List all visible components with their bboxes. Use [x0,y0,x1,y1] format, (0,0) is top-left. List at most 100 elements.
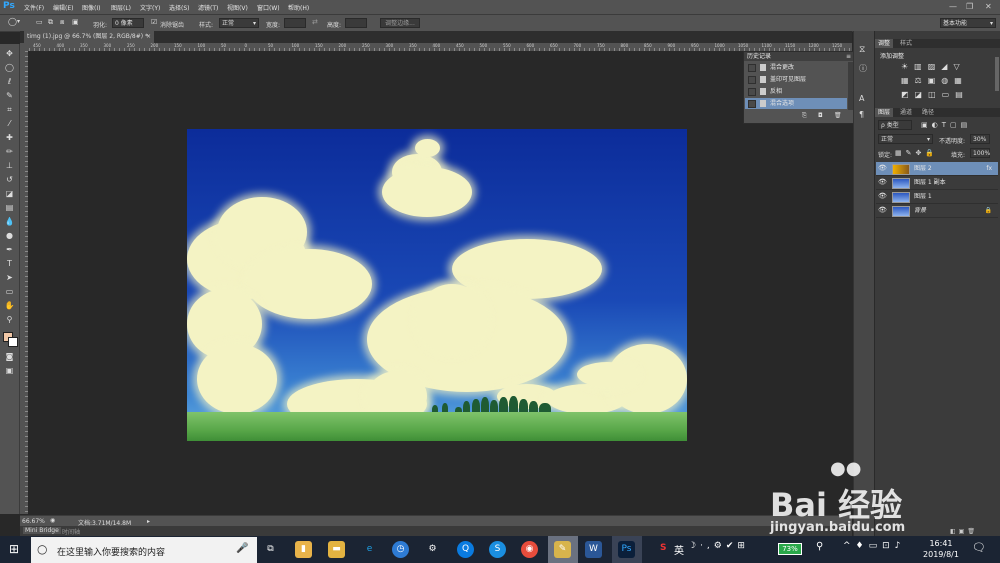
zoom-level[interactable]: 66.67% [22,518,45,525]
notification-icon[interactable]: 🗨 [972,541,986,554]
feather-input[interactable]: 0 像素 [112,18,144,28]
restore-icon[interactable]: ❐ [966,2,973,11]
eye-icon[interactable]: 👁 [878,176,887,189]
tab-paths[interactable]: 路径 [919,108,937,117]
microphone-icon[interactable]: 🎤 [236,543,248,554]
move-tool-icon[interactable]: ✥ [4,48,15,59]
layer-row[interactable]: 👁 图层 2 fx [876,162,998,176]
eyedropper-tool-icon[interactable]: ⁄ [4,118,15,129]
settings-gear-icon[interactable]: ⚙ [424,541,441,558]
adjustment-icons-row2[interactable]: ▦⚖▣◍▦ [901,76,968,85]
tab-mini-bridge[interactable]: Mini Bridge [23,527,61,534]
chrome-icon[interactable]: ◉ [521,541,538,558]
paragraph-icon[interactable]: ¶ [859,110,864,119]
snapshot-icon[interactable]: ◘ [818,112,823,119]
document-image[interactable] [187,129,687,441]
document-tab[interactable]: timg (1).jpg @ 66.7% (图层 2, RGB/8#) * × [24,31,154,43]
fill-input[interactable]: 100% [970,148,990,158]
height-input[interactable] [345,18,367,28]
menu-help[interactable]: 帮助(H) [288,3,309,12]
layer-filter-icons[interactable]: ▣◐T▢▤ [921,121,971,129]
panel-menu-icon[interactable]: ≡ [846,52,851,61]
adjustments-scrollbar[interactable] [995,57,999,91]
dodge-tool-icon[interactable]: ● [4,230,15,241]
character-icon[interactable]: A [859,94,864,103]
status-menu-arrow-icon[interactable]: ▸ [147,518,150,525]
menu-edit[interactable]: 编辑(E) [53,3,73,12]
close-icon[interactable]: ✕ [985,2,992,11]
new-document-from-state-icon[interactable]: ⎘ [802,112,807,120]
store-icon[interactable]: ▮ [295,541,312,558]
windows-start-icon[interactable]: ⊞ [9,542,19,556]
eye-icon[interactable]: 👁 [878,204,887,217]
history-brush-tool-icon[interactable]: ↺ [4,174,15,185]
info-icon[interactable]: ⓘ [859,63,867,74]
sync-app-icon[interactable]: S [489,541,506,558]
battery-icon[interactable]: 73% [778,543,802,555]
subtract-selection-icon[interactable]: ⧈ [60,18,64,27]
width-input[interactable] [284,18,306,28]
history-item-selected[interactable]: 混合选项 [745,98,847,109]
layer-kind-filter[interactable]: ρ 类型 [878,120,912,130]
chevron-down-icon[interactable]: ▾ [17,18,20,25]
eye-icon[interactable]: 👁 [878,162,887,175]
file-explorer-icon[interactable]: ▬ [328,541,345,558]
tab-styles[interactable]: 样式 [897,39,915,48]
eye-icon[interactable]: 👁 [878,190,887,203]
rectangle-tool-icon[interactable]: ▭ [4,286,15,297]
brush-tool-icon[interactable]: ✏ [4,146,15,157]
trash-icon[interactable]: 🗑 [834,112,842,119]
antialias-checkbox[interactable]: ☑ [151,18,157,26]
layer-row[interactable]: 👁 图层 1 [876,190,998,204]
refine-edge-button[interactable]: 调整边缘... [380,18,420,28]
type-tool-icon[interactable]: T [4,258,15,269]
adjustment-icons-row3[interactable]: ◩◪◫▭▤ [901,90,969,99]
menu-layer[interactable]: 图层(L) [111,3,131,12]
marquee-tool-icon[interactable]: ◯ [4,62,15,73]
layer-effects-icon[interactable]: fx [986,162,992,175]
menu-image[interactable]: 图像(I) [82,3,100,12]
minimize-icon[interactable]: — [949,2,957,11]
blur-tool-icon[interactable]: 💧 [4,216,15,227]
vertical-ruler[interactable] [20,51,28,514]
tab-layers[interactable]: 图层 [875,108,894,117]
menu-filter[interactable]: 滤镜(T) [198,3,218,12]
taskbar-search-box[interactable]: ○ 在这里输入你要搜索的内容 🎤 [31,537,257,563]
menu-file[interactable]: 文件(F) [24,3,44,12]
workspace-select[interactable]: 基本功能 ▾ [940,18,996,28]
layer-panel-footer-icons[interactable]: ◧▣🗑 [950,528,978,535]
menu-select[interactable]: 选择(S) [169,3,190,12]
path-select-tool-icon[interactable]: ➤ [4,272,15,283]
ruler-origin[interactable] [20,43,29,51]
history-panel-title[interactable]: 历史记录 [747,52,771,61]
opacity-input[interactable]: 30% [970,134,990,144]
people-icon[interactable]: ⚲ [816,541,823,552]
quick-select-tool-icon[interactable]: ✎ [4,90,15,101]
clock-date[interactable]: 2019/8/1 [921,550,961,559]
pen-tool-icon[interactable]: ✒ [4,244,15,255]
gradient-tool-icon[interactable]: ▤ [4,202,15,213]
history-item[interactable]: 混合更改 [745,62,847,73]
task-view-icon[interactable]: ⧉ [262,541,279,558]
clone-stamp-tool-icon[interactable]: ⊥ [4,160,15,171]
tab-channels[interactable]: 通道 [897,108,915,117]
ime-language[interactable]: 英 [674,542,684,557]
word-icon[interactable]: W [585,541,602,558]
sogou-ime-icon[interactable]: S [660,543,666,553]
browser-q-icon[interactable]: Q [457,541,474,558]
adjustment-icons-row1[interactable]: ☀▥▨◢▽ [901,62,966,71]
screen-mode-icon[interactable]: ▣ [4,365,15,376]
add-selection-icon[interactable]: ⧉ [48,18,53,27]
blend-mode-select[interactable]: 正常 ▾ [878,134,933,144]
hand-tool-icon[interactable]: ✋ [4,300,15,311]
layer-row[interactable]: 👁 背景 🔒 [876,204,998,218]
clock-app-icon[interactable]: ◷ [392,541,409,558]
crop-tool-icon[interactable]: ⌗ [4,104,15,115]
system-tray-icons[interactable]: ^♦▭⊡♪ [843,541,905,551]
lock-icons[interactable]: ▦✎✥🔒 [895,149,938,157]
zoom-tool-icon[interactable]: ⚲ [4,314,15,325]
close-tab-icon[interactable]: × [146,31,151,43]
ie-icon[interactable]: e [361,541,378,558]
menu-type[interactable]: 文字(Y) [140,3,160,12]
history-item[interactable]: 盖印可见图层 [745,74,847,85]
